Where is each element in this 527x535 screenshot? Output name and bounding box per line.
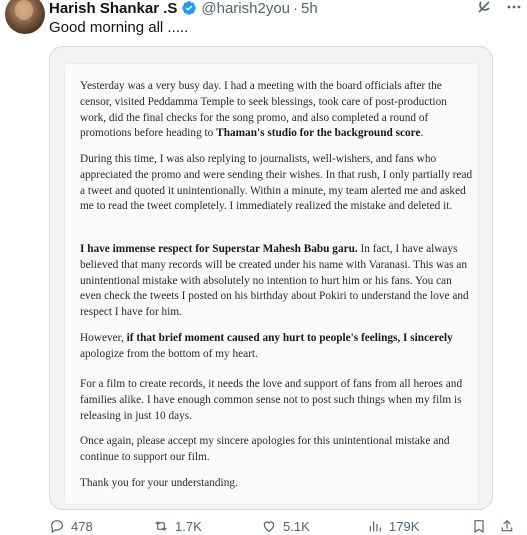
bookmark-icon bbox=[474, 520, 484, 534]
reply-icon bbox=[51, 520, 63, 534]
author-name[interactable]: Harish Shankar .S bbox=[49, 0, 177, 17]
views-button[interactable]: 179K bbox=[367, 518, 419, 534]
note-p1-end: . bbox=[420, 127, 424, 140]
top-actions bbox=[475, 0, 523, 16]
verified-badge-icon bbox=[182, 1, 197, 15]
reply-count: 478 bbox=[71, 518, 93, 534]
note-paragraph-5: For a film to create records, it needs t… bbox=[80, 378, 463, 422]
note-paragraph-1: Yesterday was a very busy day. I had a m… bbox=[80, 79, 473, 142]
reply-button[interactable]: 478 bbox=[49, 518, 93, 534]
note-paragraph-2: During this time, I was also replying to… bbox=[80, 153, 473, 213]
like-button[interactable]: 5.1K bbox=[261, 518, 310, 534]
tweet-text: Good morning all ..... bbox=[49, 19, 189, 36]
views-count: 179K bbox=[389, 518, 420, 534]
statement-note-image: Yesterday was a very busy day. I had a m… bbox=[65, 64, 478, 504]
media-card[interactable]: Yesterday was a very busy day. I had a m… bbox=[49, 46, 493, 510]
note-p4-bold: if that brief moment caused any hurt to … bbox=[126, 332, 453, 344]
share-icon bbox=[501, 519, 513, 532]
note-p3-bold: I have immense respect for Superstar Mah… bbox=[80, 243, 358, 255]
repost-count: 1.7K bbox=[175, 518, 202, 534]
tweet-time[interactable]: 5h bbox=[301, 0, 318, 17]
views-icon bbox=[369, 521, 381, 532]
note-paragraph-7: Thank you for your understanding. bbox=[80, 477, 238, 489]
more-icon[interactable] bbox=[505, 0, 523, 16]
note-p4-end: apologize from the bottom of my heart. bbox=[80, 347, 258, 360]
author-handle[interactable]: @harish2you bbox=[201, 0, 290, 17]
note-p4-text: However, bbox=[80, 332, 127, 344]
note-paragraph-6: Once again, please accept my sincere apo… bbox=[80, 435, 450, 463]
bookmark-button[interactable] bbox=[471, 518, 487, 534]
repost-icon bbox=[155, 521, 167, 531]
note-paragraph-3: I have immense respect for Superstar Mah… bbox=[80, 242, 473, 321]
tweet-header: Harish Shankar .S @harish2you · 5h bbox=[49, 0, 318, 18]
repost-button[interactable]: 1.7K bbox=[153, 518, 202, 534]
share-button[interactable] bbox=[499, 518, 515, 534]
like-icon bbox=[263, 521, 275, 533]
avatar[interactable] bbox=[5, 0, 45, 34]
grok-icon[interactable] bbox=[475, 0, 493, 16]
action-bar: 478 1.7K 5.1K 179K bbox=[49, 517, 519, 535]
note-paragraph-4: However, if that brief moment caused any… bbox=[80, 331, 473, 363]
separator-dot: · bbox=[293, 0, 298, 17]
like-count: 5.1K bbox=[283, 518, 310, 534]
note-p1-bold: Thaman's studio for the background score bbox=[216, 127, 421, 140]
